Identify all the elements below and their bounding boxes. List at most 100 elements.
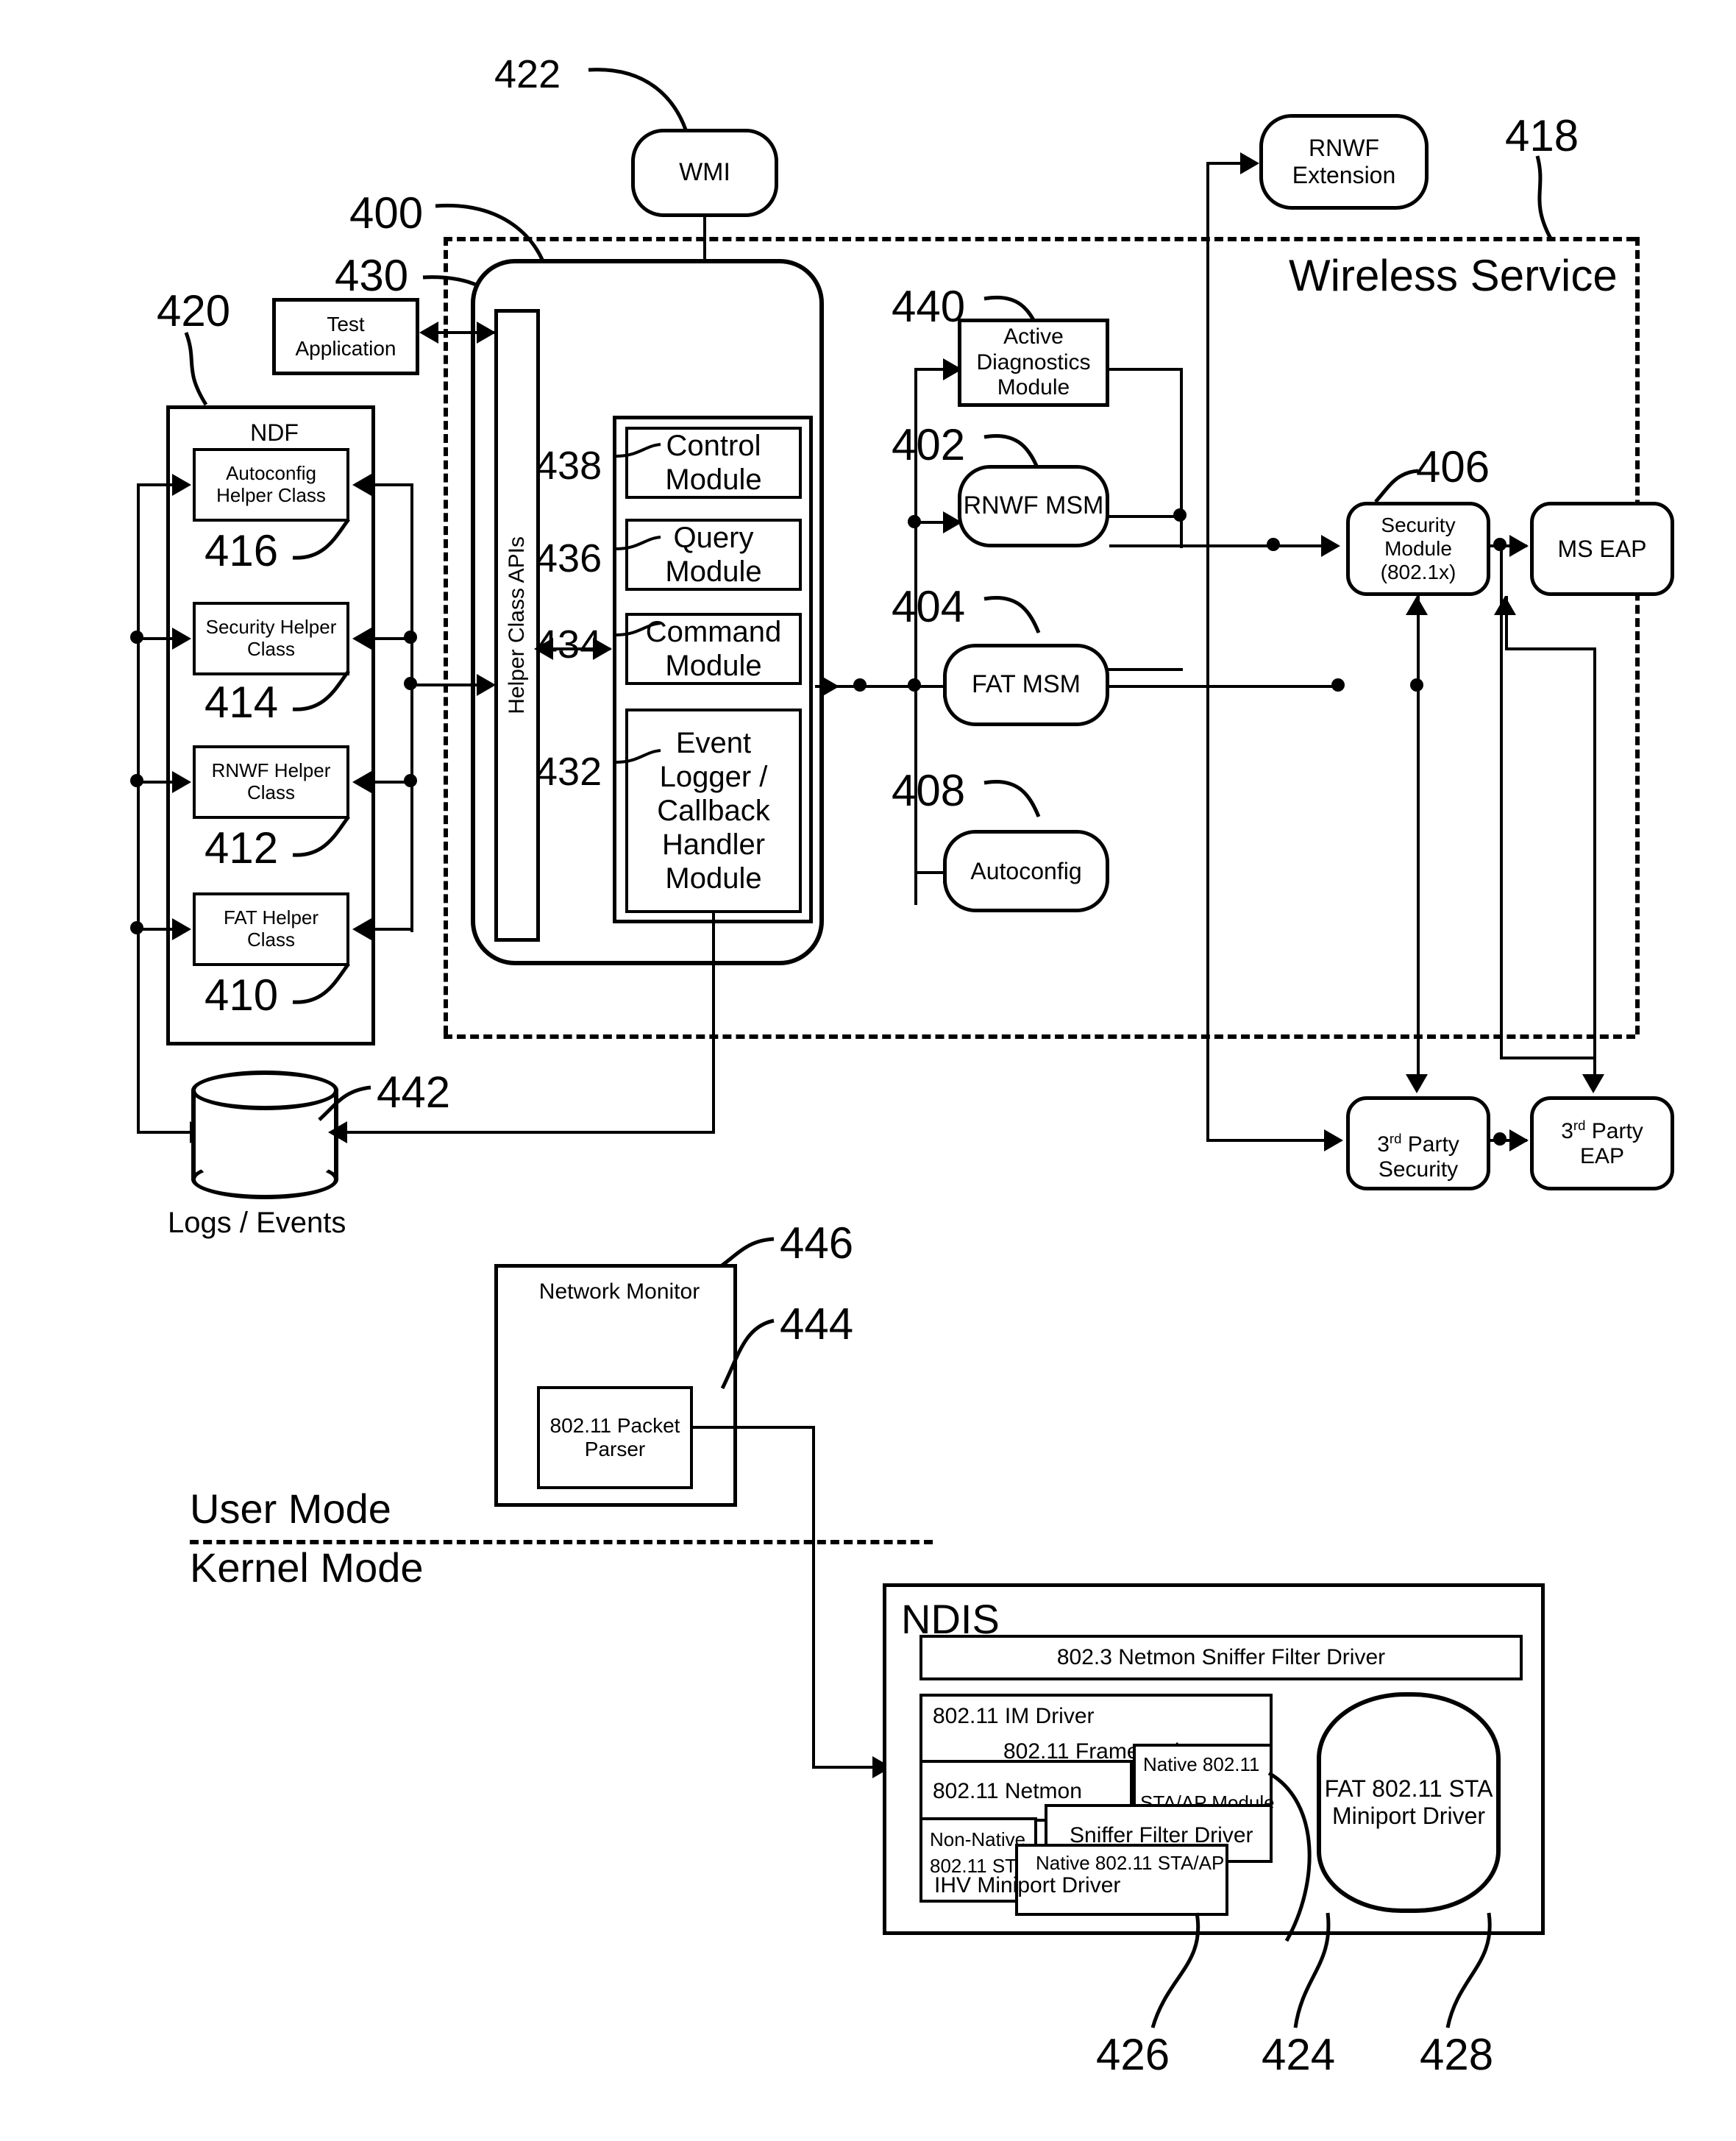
block-3rd-party-eap: 3rd Party EAP — [1530, 1096, 1674, 1190]
bus-right-vertical — [410, 483, 413, 932]
security-module-line3: (802.1x) — [1380, 561, 1456, 584]
im-driver-label: 802.11 IM Driver — [933, 1704, 1095, 1728]
leader-408 — [983, 780, 1041, 817]
arrowhead-security-up — [1406, 596, 1428, 615]
junction-left-security — [130, 631, 143, 644]
leader-442 — [318, 1085, 371, 1121]
arrowhead-fat-out — [352, 918, 371, 940]
arrowhead-rnwf-ext-in — [1240, 152, 1259, 174]
query-module-line2: Module — [665, 555, 762, 588]
block-security-module: Security Module (802.1x) — [1346, 502, 1490, 596]
bus-left-to-autoconfig — [137, 483, 174, 486]
junction-diag-rnwf — [1173, 508, 1187, 522]
leader-428 — [1445, 1912, 1492, 2028]
packet-parser-line1: 802.11 Packet — [549, 1413, 680, 1437]
event-logger-line3: Callback — [657, 795, 770, 827]
arrowhead-security-in — [172, 628, 191, 650]
arrowhead-security-in-top — [1321, 535, 1340, 557]
wireless-service-boundary-right — [1635, 237, 1640, 1034]
figure-canvas: 422 WMI RNWF Extension 418 Wireless Serv… — [0, 0, 1736, 2141]
arrowhead-fat-in — [172, 918, 191, 940]
ref-402: 402 — [892, 420, 966, 469]
bus-autoconfig-out — [371, 483, 412, 486]
rnwf-extension-line2: Extension — [1292, 162, 1396, 188]
arrowhead-autoconfig-in — [172, 474, 191, 496]
autoconfig-helper-line1: Autoconfig — [226, 462, 316, 485]
block-security-helper-class: Security Helper Class — [193, 602, 349, 675]
leader-426 — [1150, 1912, 1200, 2028]
arrowhead-api-command-right — [593, 638, 612, 660]
control-module-line2: Module — [665, 464, 762, 496]
kernel-mode-label: Kernel Mode — [190, 1544, 424, 1591]
junction-security-down — [1410, 678, 1423, 692]
junction-right-security — [404, 631, 417, 644]
rnwf-extension-line1: RNWF — [1309, 135, 1379, 162]
arrowhead-api-right — [477, 322, 496, 344]
ref-420: 420 — [157, 286, 231, 335]
ndf-label: NDF — [250, 419, 299, 446]
wire-parser-right — [693, 1426, 815, 1429]
wire-rnwf-ext-vertical — [1206, 162, 1209, 544]
security-helper-line2: Class — [246, 638, 295, 660]
fat-sta-line2: Miniport Driver — [1331, 1803, 1486, 1829]
leader-424 — [1293, 1912, 1331, 2028]
arrowhead-rnwf-in — [172, 771, 191, 793]
autoconfig-helper-line2: Helper Class — [216, 484, 326, 506]
event-logger-line1: Event — [675, 727, 752, 759]
security-module-line2: Module — [1384, 536, 1452, 560]
packet-parser-line2: Parser — [584, 1438, 646, 1460]
event-logger-line5: Module — [665, 862, 762, 895]
block-autoconfig: Autoconfig — [943, 830, 1109, 912]
ref-404: 404 — [892, 582, 966, 631]
block-wmi: WMI — [631, 129, 778, 217]
block-802-11-packet-parser: 802.11 Packet Parser — [537, 1386, 693, 1489]
wire-eap-to-3rdparty — [1593, 1034, 1596, 1079]
wire-eventlogger-down — [712, 913, 715, 1134]
ref-444: 444 — [780, 1299, 854, 1349]
block-helper-class-apis: Helper Class APIs — [494, 309, 540, 942]
wire-rnwfmsm-to-security — [1109, 544, 1327, 547]
event-logger-line2: Logger / — [659, 761, 768, 793]
native-stap-line1: Native 802.11 — [1143, 1753, 1260, 1775]
junction-right-rnwf — [404, 774, 417, 787]
cylinder-bottom — [191, 1160, 338, 1199]
native-stap-label: Native 802.11 STA/AP — [1036, 1852, 1225, 1874]
logs-events-label: Logs / Events — [168, 1207, 346, 1239]
wire-3rdparty-eap-up — [1593, 647, 1596, 1059]
block-fat-80211-sta-miniport-driver: FAT 802.11 STA Miniport Driver — [1317, 1692, 1501, 1913]
arrowhead-security-out — [352, 628, 371, 650]
fat-msm-label: FAT MSM — [972, 670, 1081, 699]
ref-412: 412 — [204, 823, 279, 873]
rnwf-helper-line1: RNWF Helper — [211, 759, 331, 782]
block-rnwf-helper-class: RNWF Helper Class — [193, 745, 349, 819]
wire-security-down — [1417, 596, 1420, 1037]
ref-416: 416 — [204, 526, 279, 575]
block-active-diagnostics-module: Active Diagnostics Module — [958, 319, 1109, 407]
leader-438 — [616, 443, 661, 458]
leader-412 — [292, 815, 350, 857]
block-event-logger-callback-handler-module: Event Logger / Callback Handler Module — [625, 709, 802, 913]
bus-left-vertical — [137, 483, 140, 932]
wireless-service-label: Wireless Service — [1289, 251, 1618, 300]
block-8023-netmon-sniffer-filter-driver: 802.3 Netmon Sniffer Filter Driver — [919, 1635, 1523, 1680]
query-module-line1: Query — [673, 522, 754, 554]
control-module-line1: Control — [666, 430, 761, 462]
helper-class-apis-label: Helper Class APIs — [504, 536, 529, 714]
ref-428: 428 — [1420, 2030, 1494, 2079]
leader-404 — [983, 596, 1041, 633]
wire-bus-activediag — [914, 368, 947, 371]
leader-414 — [292, 670, 350, 711]
fat-helper-line2: Class — [246, 929, 295, 951]
wire-parser-down — [812, 1426, 815, 1769]
leader-410 — [292, 962, 350, 1004]
arrowhead-testapp-left — [419, 322, 438, 344]
bus-fat-out — [371, 928, 412, 931]
wire-bus-fatmsm — [914, 685, 947, 688]
junction-3rdparty — [1493, 1132, 1506, 1146]
wmi-label: WMI — [679, 158, 730, 187]
leader-432 — [616, 749, 661, 764]
ref-422: 422 — [494, 52, 561, 96]
wire-diag-out — [1109, 368, 1183, 371]
arrowhead-autoconfig-out — [352, 474, 371, 496]
bus-right-to-api — [410, 684, 487, 686]
